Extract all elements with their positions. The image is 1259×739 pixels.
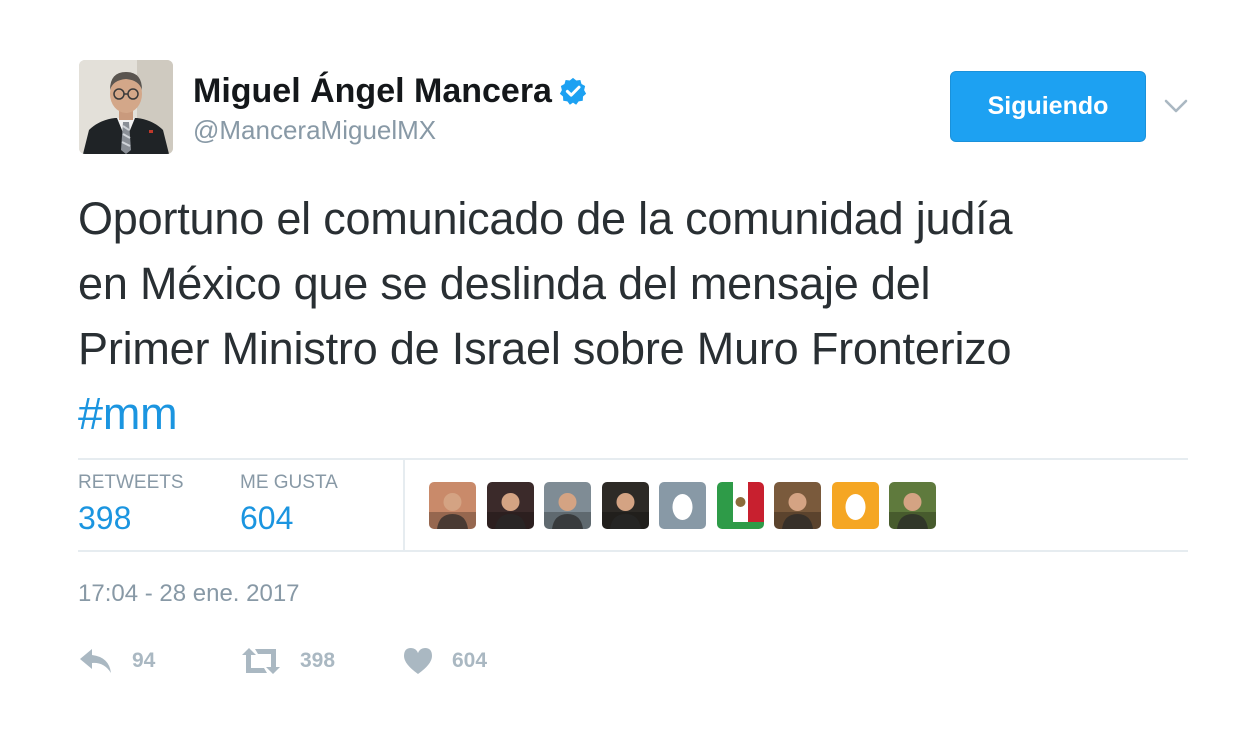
chevron-down-icon[interactable] <box>1163 93 1189 119</box>
reply-icon <box>80 649 111 673</box>
retweets-label: RETWEETS <box>78 472 184 493</box>
retweet-button[interactable]: 398 <box>240 640 335 682</box>
author-avatar[interactable] <box>79 60 173 154</box>
liker-avatar[interactable] <box>716 482 764 529</box>
divider <box>78 550 1188 552</box>
hashtag-link[interactable]: #mm <box>78 388 178 439</box>
tweet-text-line: Primer Ministro de Israel sobre Muro Fro… <box>78 323 1012 374</box>
retweets-stat[interactable]: RETWEETS 398 <box>78 460 184 537</box>
tweet-timestamp[interactable]: 17:04 - 28 ene. 2017 <box>78 580 300 608</box>
retweets-value[interactable]: 398 <box>78 500 184 537</box>
liker-avatar[interactable] <box>486 482 534 529</box>
like-count: 604 <box>452 649 488 672</box>
likes-value[interactable]: 604 <box>240 500 338 537</box>
likes-label: ME GUSTA <box>240 472 338 493</box>
verified-badge-icon <box>559 77 587 105</box>
tweet-permalink: Miguel Ángel Mancera @ManceraMiguelMX Si… <box>0 0 1259 739</box>
like-button[interactable]: 604 <box>402 640 487 682</box>
liker-avatars <box>429 482 947 529</box>
author-handle[interactable]: @ManceraMiguelMX <box>193 115 436 146</box>
liker-avatar[interactable] <box>889 482 936 529</box>
retweet-count: 398 <box>300 649 336 672</box>
likes-stat[interactable]: ME GUSTA 604 <box>240 460 338 537</box>
stats-separator <box>403 460 405 550</box>
liker-avatar[interactable] <box>601 482 649 529</box>
tweet-text-line: Oportuno el comunicado de la comunidad j… <box>78 193 1013 244</box>
liker-avatar[interactable] <box>429 482 476 529</box>
reply-count: 94 <box>132 649 156 672</box>
default-egg-avatar-icon[interactable] <box>659 482 706 529</box>
heart-icon <box>404 648 432 674</box>
liker-avatar[interactable] <box>544 482 591 529</box>
reply-button[interactable]: 94 <box>78 640 155 682</box>
author-fullname[interactable]: Miguel Ángel Mancera <box>193 72 552 111</box>
tweet-text: Oportuno el comunicado de la comunidad j… <box>78 186 1208 446</box>
default-egg-avatar-icon[interactable] <box>831 482 879 529</box>
author-name-row[interactable]: Miguel Ángel Mancera <box>193 70 588 112</box>
retweet-icon <box>242 648 280 674</box>
following-button[interactable]: Siguiendo <box>950 71 1146 142</box>
tweet-stats: RETWEETS 398 ME GUSTA 604 <box>78 460 1188 550</box>
liker-avatar[interactable] <box>774 482 821 529</box>
tweet-text-line: en México que se deslinda del mensaje de… <box>78 258 931 309</box>
